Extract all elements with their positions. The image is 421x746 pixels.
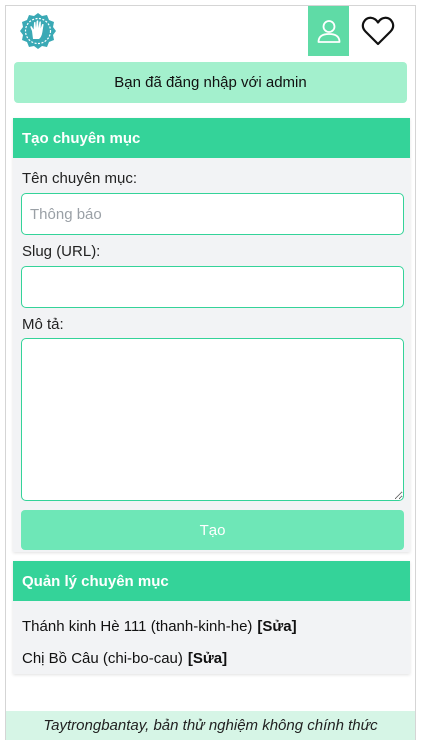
create-category-panel: Tạo chuyên mục Tên chuyên mục: Slug (URL… xyxy=(13,118,410,552)
category-name-label: Tên chuyên mục: xyxy=(22,170,138,187)
user-icon xyxy=(317,20,340,43)
heart-icon xyxy=(361,16,395,46)
description-label: Mô tả: xyxy=(22,316,64,333)
favorites-button[interactable] xyxy=(358,6,398,56)
login-notice-text: Bạn đã đăng nhập với admin xyxy=(114,74,307,91)
category-name-input[interactable] xyxy=(21,193,404,235)
create-category-title: Tạo chuyên mục xyxy=(13,118,410,158)
header xyxy=(6,6,415,56)
login-notice: Bạn đã đăng nhập với admin xyxy=(14,62,407,103)
slug-input[interactable] xyxy=(21,266,404,308)
category-item-text: Thánh kinh Hè 111 (thanh-kinh-he) xyxy=(22,617,253,635)
account-button[interactable] xyxy=(308,6,349,56)
slug-label: Slug (URL): xyxy=(22,243,101,260)
hand-logo-icon[interactable] xyxy=(19,12,57,50)
footer: Taytrongbantay, bản thử nghiệm không chí… xyxy=(6,711,415,740)
manage-categories-panel: Quản lý chuyên mục Thánh kinh Hè 111 (th… xyxy=(13,561,410,674)
category-item-text: Chị Bồ Câu (chi-bo-cau) xyxy=(22,649,183,667)
category-list: Thánh kinh Hè 111 (thanh-kinh-he) [Sửa] … xyxy=(13,601,410,674)
edit-link[interactable]: [Sửa] xyxy=(188,650,227,667)
app-frame: Bạn đã đăng nhập với admin Tạo chuyên mụ… xyxy=(5,5,416,740)
list-item: Thánh kinh Hè 111 (thanh-kinh-he) [Sửa] xyxy=(22,610,401,642)
description-textarea[interactable] xyxy=(21,338,404,501)
manage-categories-title: Quản lý chuyên mục xyxy=(13,561,410,601)
edit-link[interactable]: [Sửa] xyxy=(257,618,296,635)
create-button[interactable]: Tạo xyxy=(21,510,404,550)
list-item: Chị Bồ Câu (chi-bo-cau) [Sửa] xyxy=(22,642,401,674)
footer-text: Taytrongbantay, bản thử nghiệm không chí… xyxy=(43,717,378,734)
